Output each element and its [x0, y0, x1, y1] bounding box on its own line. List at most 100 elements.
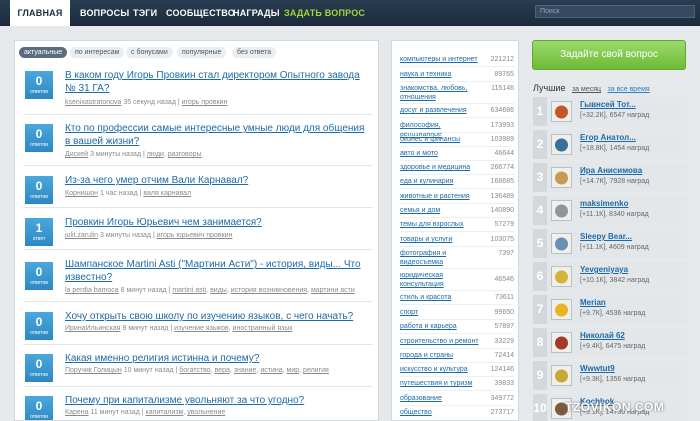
- search-input[interactable]: Поиск: [535, 5, 695, 18]
- category-name[interactable]: авто и мото: [400, 149, 480, 158]
- category-name[interactable]: знакомства, любовь, отношения: [400, 84, 480, 102]
- category-name[interactable]: строительство и ремонт: [400, 337, 480, 346]
- nav-tab-community[interactable]: СООБЩЕСТВО: [166, 0, 235, 26]
- tag-link[interactable]: игорь юрьевич провкин: [157, 232, 233, 239]
- leader-name-link[interactable]: Merian: [580, 298, 606, 307]
- leader-row[interactable]: 7 Merian [+9.7К], 4536 наград: [533, 295, 687, 324]
- category-name[interactable]: путешествия и туризм: [400, 379, 480, 388]
- tag-link[interactable]: martini asti: [172, 287, 206, 294]
- tag-link[interactable]: виды: [210, 287, 227, 294]
- nav-tab-home[interactable]: ГЛАВНАЯ: [10, 0, 70, 26]
- tag-link[interactable]: игорь провкин: [182, 99, 228, 106]
- nav-tab-questions[interactable]: ВОПРОСЫ: [80, 0, 129, 26]
- filter-interests[interactable]: по интересам: [70, 47, 125, 58]
- category-name[interactable]: семья и дом: [400, 206, 480, 215]
- category-name[interactable]: города и страны: [400, 351, 480, 360]
- tag-link[interactable]: истина: [260, 367, 282, 374]
- tag-link[interactable]: изучение языков: [174, 325, 228, 332]
- question-title-link[interactable]: Почему при капитализме увольняют за что …: [65, 394, 370, 407]
- author-link[interactable]: Корнишон: [65, 190, 98, 197]
- category-name[interactable]: юридическая консультация: [400, 271, 480, 289]
- tag-link[interactable]: мир: [287, 367, 300, 374]
- leader-row[interactable]: 4 maksimenko [+11.1К], 8340 наград: [533, 196, 687, 225]
- period-month-link[interactable]: за месяц: [572, 86, 601, 93]
- category-name[interactable]: досуг и развлечения: [400, 106, 480, 115]
- category-name[interactable]: бизнес и финансы: [400, 135, 480, 144]
- tag-link[interactable]: вера: [215, 367, 230, 374]
- tag-link[interactable]: знание: [234, 367, 257, 374]
- leader-name-link[interactable]: Николай 62: [580, 331, 625, 340]
- expand-arrow-icon[interactable]: ▿: [378, 215, 379, 223]
- leader-row[interactable]: 6 Yevgeniyaya [+10.1К], 3842 наград: [533, 262, 687, 291]
- tag-link[interactable]: капитализм: [146, 409, 184, 416]
- category-name[interactable]: товары и услуги: [400, 235, 480, 244]
- period-all-link[interactable]: за все время: [608, 86, 650, 93]
- leader-row[interactable]: 8 Николай 62 [+9.4К], 6475 наград: [533, 328, 687, 357]
- category-name[interactable]: здоровье и медицина: [400, 163, 480, 172]
- category-name[interactable]: образование: [400, 394, 480, 403]
- tag-link[interactable]: богатство: [179, 367, 210, 374]
- category-name[interactable]: наука и техника: [400, 70, 480, 79]
- leader-row[interactable]: 2 Егор Анатол... [+18.8К], 1454 наград: [533, 130, 687, 159]
- leader-row[interactable]: 3 Ира Анисимова [+14.7К], 7928 наград: [533, 163, 687, 192]
- avatar[interactable]: [551, 233, 572, 254]
- filter-actual[interactable]: актуальные: [19, 47, 68, 58]
- leader-name-link[interactable]: Sleepy Bear...: [580, 232, 632, 241]
- tag-link[interactable]: мартини асти: [311, 287, 355, 294]
- ask-question-button[interactable]: Задайте свой вопрос: [532, 40, 686, 70]
- leader-name-link[interactable]: maksimenko: [580, 199, 628, 208]
- avatar[interactable]: [551, 266, 572, 287]
- avatar[interactable]: [551, 365, 572, 386]
- leader-name-link[interactable]: Wwwtut9: [580, 364, 615, 373]
- tag-link[interactable]: люди: [147, 151, 164, 158]
- filter-bonus[interactable]: с бонусами: [126, 47, 173, 58]
- question-title-link[interactable]: Шампанское Martini Asti ("Мартини Асти")…: [65, 258, 370, 284]
- avatar[interactable]: [551, 332, 572, 353]
- author-link[interactable]: ksenixastratonova: [65, 99, 121, 106]
- leader-row[interactable]: 1 Гывнсей Тот... [+32.2К], 6547 наград: [533, 97, 687, 126]
- author-link[interactable]: Поручик Голицын: [65, 367, 122, 374]
- nav-ask-question[interactable]: ЗАДАТЬ ВОПРОС: [284, 0, 365, 26]
- category-name[interactable]: животные и растения: [400, 192, 480, 201]
- avatar[interactable]: [551, 134, 572, 155]
- leader-name-link[interactable]: Ира Анисимова: [580, 166, 642, 175]
- tag-link[interactable]: история возникновения: [231, 287, 307, 294]
- nav-tab-awards[interactable]: НАГРАДЫ: [233, 0, 280, 26]
- leader-row[interactable]: 9 Wwwtut9 [+9.3К], 1356 наград: [533, 361, 687, 390]
- avatar[interactable]: [551, 101, 572, 122]
- category-name[interactable]: фотография и видеосъемка: [400, 249, 480, 267]
- question-title-link[interactable]: Провкин Игорь Юрьевич чем занимается?: [65, 216, 370, 229]
- question-title-link[interactable]: Кто по профессии самые интересные умные …: [65, 122, 370, 148]
- nav-tab-tags[interactable]: ТЭГИ: [133, 0, 157, 26]
- question-title-link[interactable]: Какая именно религия истинна и почему?: [65, 352, 370, 365]
- author-link[interactable]: ИринаИльинская: [65, 325, 121, 332]
- leader-row[interactable]: 5 Sleepy Bear... [+11.1К], 4609 наград: [533, 229, 687, 258]
- question-title-link[interactable]: Хочу открыть свою школу по изучению язык…: [65, 310, 370, 323]
- avatar[interactable]: [551, 200, 572, 221]
- filter-popular[interactable]: популярные: [177, 47, 227, 58]
- author-link[interactable]: julit.zarulin: [65, 232, 98, 239]
- category-name[interactable]: компьютеры и интернет: [400, 55, 480, 64]
- tag-link[interactable]: увольнение: [187, 409, 225, 416]
- category-name[interactable]: еда и кулинария: [400, 177, 480, 186]
- author-link[interactable]: Карена: [65, 409, 89, 416]
- category-name[interactable]: темы для взрослых: [400, 220, 480, 229]
- leader-name-link[interactable]: Егор Анатол...: [580, 133, 636, 142]
- category-name[interactable]: спорт: [400, 308, 480, 317]
- author-link[interactable]: la perdia bamoca: [65, 287, 119, 294]
- question-title-link[interactable]: Из-за чего умер отчим Вали Карнавал?: [65, 174, 370, 187]
- tag-link[interactable]: иностранный язык: [233, 325, 293, 332]
- leader-name-link[interactable]: Гывнсей Тот...: [580, 100, 636, 109]
- author-link[interactable]: Дискей: [65, 151, 88, 158]
- tag-link[interactable]: разговоры: [168, 151, 202, 158]
- tag-link[interactable]: валя карнавал: [143, 190, 191, 197]
- category-name[interactable]: общество: [400, 408, 480, 417]
- filter-unanswered[interactable]: без ответа: [232, 47, 277, 58]
- category-name[interactable]: работа и карьера: [400, 322, 480, 331]
- leader-name-link[interactable]: Yevgeniyaya: [580, 265, 628, 274]
- category-name[interactable]: искусство и культура: [400, 365, 480, 374]
- avatar[interactable]: [551, 167, 572, 188]
- tag-link[interactable]: религия: [303, 367, 329, 374]
- avatar[interactable]: [551, 299, 572, 320]
- question-title-link[interactable]: В каком году Игорь Провкин стал директор…: [65, 69, 370, 95]
